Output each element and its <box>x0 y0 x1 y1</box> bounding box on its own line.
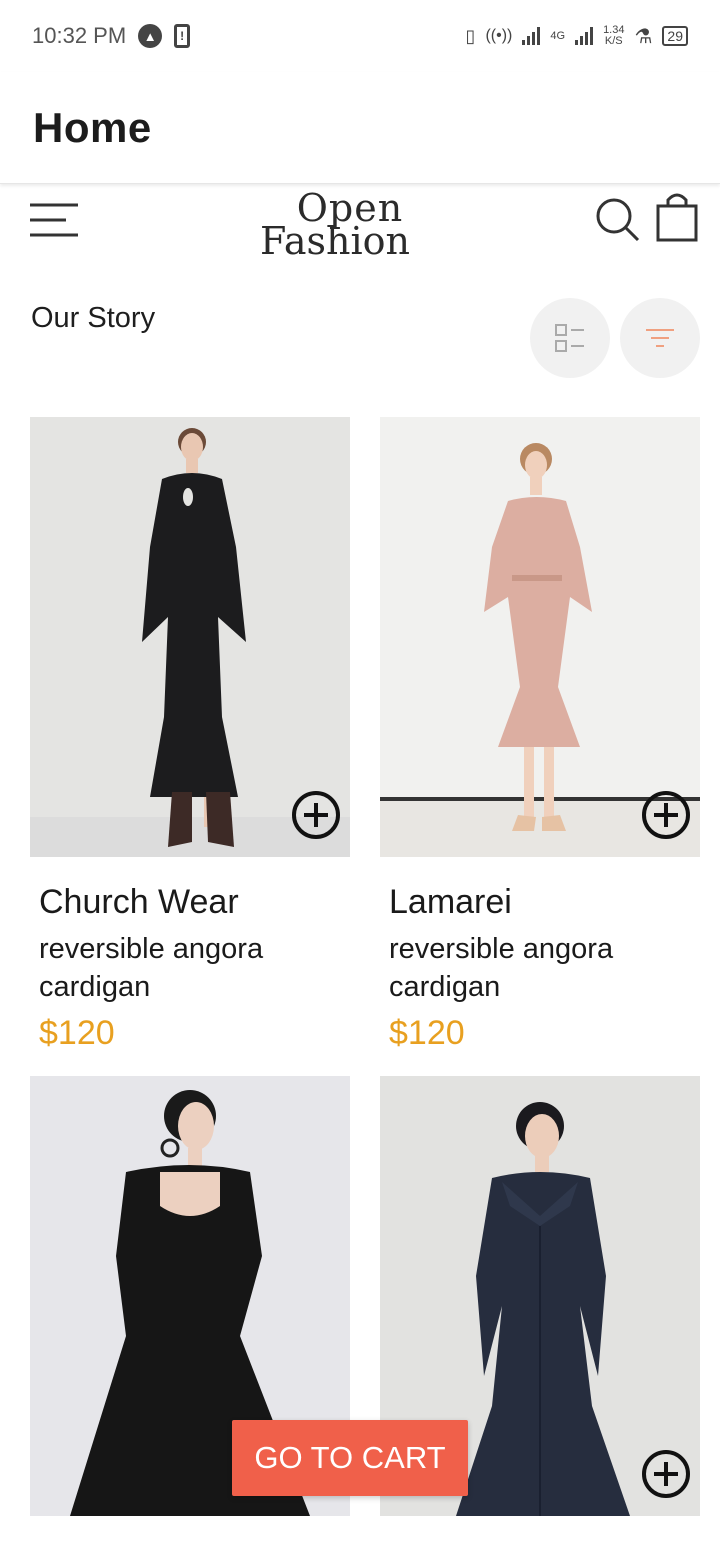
logo-line-2: Fashion <box>260 219 410 263</box>
view-toggle-button[interactable] <box>530 298 610 378</box>
brand-logo[interactable]: Open Fashion <box>250 189 420 263</box>
signal-icon-2 <box>575 27 594 45</box>
product-card[interactable]: Church Wear reversible angora cardigan $… <box>30 417 350 1053</box>
plus-circle-icon <box>642 1450 690 1498</box>
product-name: Lamarei <box>389 883 512 921</box>
menu-button[interactable] <box>30 202 78 238</box>
signal-icon <box>522 27 541 45</box>
battery-indicator: 29 <box>662 26 688 46</box>
menu-icon <box>30 203 78 237</box>
go-to-cart-button[interactable]: GO TO CART <box>232 1420 468 1496</box>
product-description: reversible angora cardigan <box>389 933 614 1003</box>
section-title: Our Story <box>31 302 156 334</box>
alert-phone-icon: ! <box>174 24 191 48</box>
product-description: reversible angora cardigan <box>39 933 264 1003</box>
page-title: Home <box>33 103 152 151</box>
status-time: 10:32 PM <box>32 23 127 48</box>
speed-unit: K/S <box>604 35 623 47</box>
plus-circle-icon <box>292 791 340 839</box>
product-card[interactable]: Lamarei reversible angora cardigan $120 <box>380 417 700 1053</box>
product-image[interactable] <box>30 417 350 857</box>
status-left: 10:32 PM ▲ ! <box>32 23 191 49</box>
status-bar: 10:32 PM ▲ ! ▯ ((•)) 4G 1.34 K/S ⚗ 29 <box>0 0 720 72</box>
add-to-cart-button[interactable] <box>290 789 342 841</box>
app-notification-icon: ▲ <box>138 24 163 48</box>
list-view-icon <box>555 324 584 352</box>
flask-icon: ⚗ <box>634 25 653 48</box>
vibrate-icon: ▯ <box>465 25 476 46</box>
search-button[interactable] <box>594 196 640 242</box>
plus-circle-icon <box>642 791 690 839</box>
search-icon <box>596 198 640 242</box>
network-speed: 1.34 K/S <box>603 25 624 47</box>
product-name: Church Wear <box>39 883 239 921</box>
status-right: ▯ ((•)) 4G 1.34 K/S ⚗ 29 <box>466 24 688 49</box>
product-price: $120 <box>39 1014 115 1052</box>
cart-bag-button[interactable] <box>656 192 698 242</box>
filter-button[interactable] <box>620 298 700 378</box>
network-type: 4G <box>550 30 566 42</box>
product-image[interactable] <box>380 417 700 857</box>
product-price: $120 <box>389 1014 465 1052</box>
app-bar: Home <box>0 72 720 184</box>
hotspot-icon: ((•)) <box>485 27 513 44</box>
add-to-cart-button[interactable] <box>640 789 692 841</box>
filter-icon <box>646 329 674 347</box>
shopping-bag-icon <box>656 193 698 242</box>
add-to-cart-button[interactable] <box>640 1448 692 1500</box>
screen: 10:32 PM ▲ ! ▯ ((•)) 4G 1.34 K/S ⚗ 29 Ho… <box>0 0 720 1560</box>
